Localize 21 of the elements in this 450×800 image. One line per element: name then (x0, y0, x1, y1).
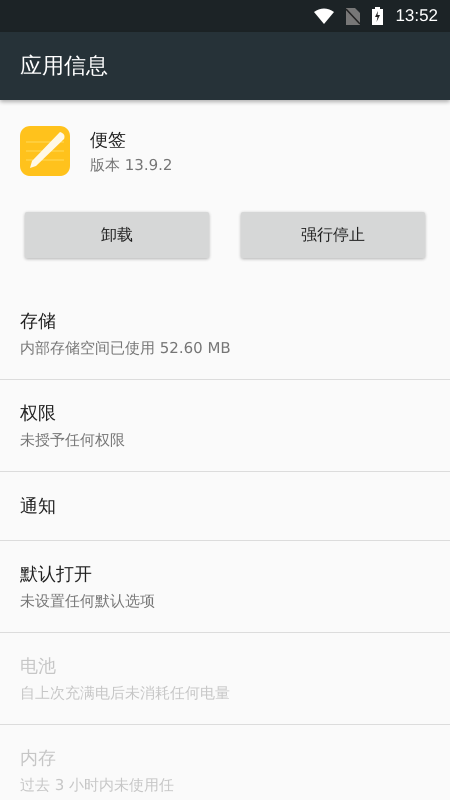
no-sim-icon (346, 8, 360, 24)
item-title: 权限 (20, 402, 57, 425)
settings-item[interactable]: 权限 未授予任何权限 (0, 380, 450, 472)
item-title: 通知 (20, 495, 57, 518)
settings-item[interactable]: 默认打开 未设置任何默认选项 (0, 541, 450, 633)
item-summary: 内部存储空间已使用 52.60 MB (20, 339, 232, 358)
status-time: 13:52 (395, 6, 438, 26)
toolbar-title: 应用信息 (20, 53, 108, 81)
item-title: 存储 (20, 310, 57, 333)
app-version: 版本 13.9.2 (90, 156, 172, 174)
battery-charging-icon (372, 7, 384, 25)
notepad-pencil-icon (20, 126, 70, 176)
action-button[interactable]: 卸载 (25, 212, 209, 258)
item-summary: 未设置任何默认选项 (20, 592, 156, 611)
item-summary: 未授予任何权限 (20, 431, 126, 450)
settings-item[interactable]: 存储 内部存储空间已使用 52.60 MB (0, 288, 450, 380)
action-button[interactable]: 强行停止 (241, 212, 425, 258)
item-title: 默认打开 (20, 563, 93, 586)
settings-item[interactable]: 通知 (0, 472, 450, 541)
wifi-icon (314, 8, 334, 24)
app-name: 便签 (90, 128, 127, 152)
